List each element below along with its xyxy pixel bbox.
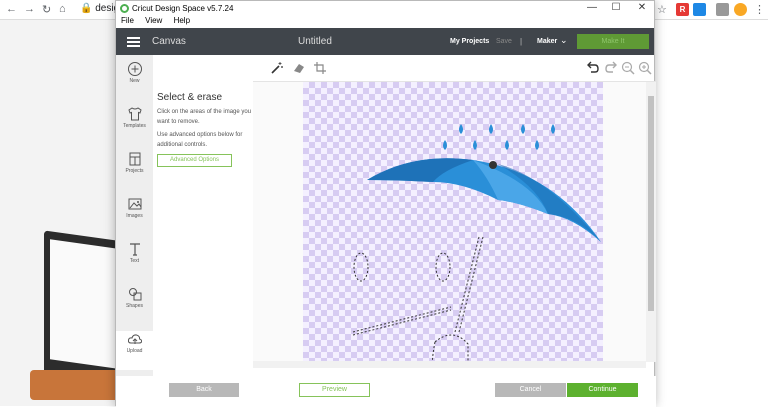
back-arrow-icon[interactable]: ←	[6, 3, 17, 15]
window-title: Cricut Design Space v5.7.24	[132, 4, 234, 13]
sidebar-item-shapes[interactable]: Shapes	[116, 286, 153, 325]
profile-avatar[interactable]	[734, 3, 747, 16]
make-it-button[interactable]: Make It	[577, 34, 649, 49]
menu-help[interactable]: Help	[174, 16, 190, 25]
header-divider: |	[520, 37, 523, 46]
cricut-window: Cricut Design Space v5.7.24 — ☐ ✕ File V…	[115, 0, 656, 407]
app-header: Canvas Untitled My Projects Save | Maker…	[116, 28, 654, 55]
image-canvas[interactable]	[303, 82, 603, 373]
laptop-photo	[44, 230, 124, 392]
sidebar-item-templates[interactable]: Templates	[116, 106, 153, 145]
extension-icon[interactable]	[716, 3, 729, 16]
sidebar-item-new[interactable]: New	[116, 61, 153, 100]
projects-grid-icon	[129, 152, 140, 166]
panel-advanced-hint: Use advanced options below for additiona…	[157, 132, 243, 148]
magic-wand-icon[interactable]	[270, 61, 284, 75]
reload-icon[interactable]: ↻	[42, 3, 51, 16]
crop-icon[interactable]	[313, 61, 327, 75]
maximize-button[interactable]: ☐	[610, 2, 622, 13]
preview-button[interactable]: Preview	[299, 383, 370, 397]
my-projects-link[interactable]: My Projects	[450, 38, 489, 45]
sidebar-item-images[interactable]: Images	[116, 196, 153, 235]
chrome-menu-icon[interactable]: ⋮	[754, 3, 765, 16]
zoom-out-icon[interactable]	[621, 61, 635, 75]
bookmark-star-icon[interactable]: ☆	[657, 3, 667, 16]
panel-instructions: Click on the areas of the image you want…	[157, 109, 252, 125]
redo-icon[interactable]	[604, 61, 618, 75]
plus-circle-icon	[127, 62, 142, 76]
forward-arrow-icon[interactable]: →	[24, 3, 35, 15]
extension-r-icon[interactable]: R	[676, 3, 689, 16]
lock-icon: 🔒	[80, 3, 93, 14]
chevron-down-icon[interactable]: ⌄	[560, 35, 568, 46]
cloud-upload-icon	[127, 334, 142, 344]
menu-view[interactable]: View	[145, 16, 162, 25]
continue-button[interactable]: Continue	[567, 383, 638, 397]
canvas-label: Canvas	[152, 36, 186, 47]
umbrella-rain-image	[352, 124, 601, 373]
image-workspace[interactable]	[253, 82, 646, 373]
menu-file[interactable]: File	[121, 16, 134, 25]
machine-selector[interactable]: Maker	[537, 38, 557, 45]
footer-bar: Back Preview Cancel Continue	[116, 376, 656, 407]
menu-bar: File View Help	[116, 16, 654, 28]
cancel-button[interactable]: Cancel	[495, 383, 566, 397]
text-t-icon	[129, 243, 140, 256]
left-sidebar: New Templates Projects Images Text Shape…	[116, 55, 153, 407]
home-icon[interactable]: ⌂	[59, 3, 66, 15]
minimize-button[interactable]: —	[586, 2, 598, 13]
sidebar-item-projects[interactable]: Projects	[116, 151, 153, 190]
save-link[interactable]: Save	[496, 38, 512, 45]
sidebar-item-upload[interactable]: Upload	[116, 331, 153, 370]
sidebar-item-text[interactable]: Text	[116, 241, 153, 280]
image-icon	[128, 198, 141, 210]
horizontal-scrollbar[interactable]	[253, 361, 646, 368]
window-titlebar: Cricut Design Space v5.7.24 — ☐ ✕	[116, 1, 654, 16]
cricut-logo-icon	[120, 4, 129, 13]
back-button[interactable]: Back	[169, 383, 239, 397]
panel-heading: Select & erase	[157, 92, 223, 103]
shapes-icon	[128, 288, 141, 301]
vertical-scrollbar[interactable]	[646, 82, 656, 362]
extension-icon[interactable]	[693, 3, 706, 16]
zoom-in-icon[interactable]	[638, 61, 652, 75]
close-button[interactable]: ✕	[636, 2, 648, 13]
select-erase-panel: Select & erase Click on the areas of the…	[153, 55, 253, 407]
eraser-icon[interactable]	[292, 61, 306, 75]
project-title: Untitled	[298, 36, 332, 47]
undo-icon[interactable]	[586, 61, 600, 75]
tshirt-icon	[127, 107, 142, 121]
laptop-base-photo	[30, 370, 120, 400]
advanced-options-button[interactable]: Advanced Options	[157, 154, 232, 167]
hamburger-menu-icon[interactable]	[127, 37, 140, 47]
